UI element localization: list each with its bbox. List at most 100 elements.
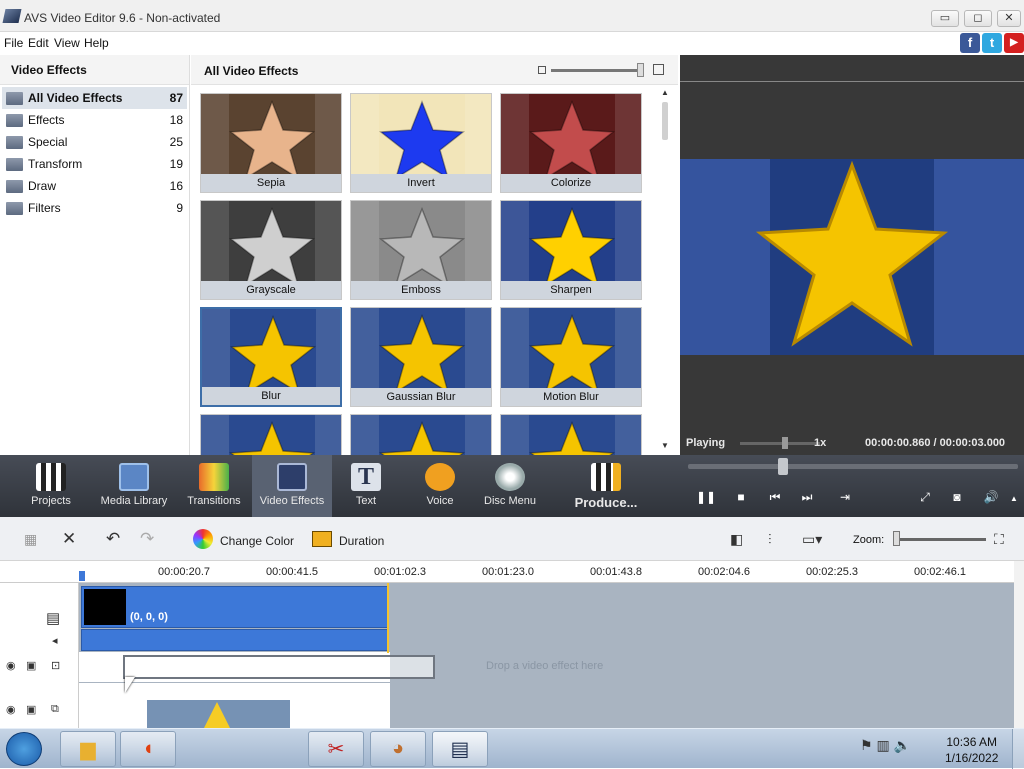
- display-mode-icon[interactable]: ▭▾: [802, 531, 822, 548]
- voice-button[interactable]: Voice: [416, 455, 464, 517]
- audio-mixer-icon[interactable]: ⫶: [768, 531, 772, 548]
- preview-divider: [680, 81, 1024, 82]
- small-thumbnail-icon[interactable]: [538, 66, 546, 74]
- split-icon[interactable]: ◧: [730, 531, 743, 548]
- volume-icon[interactable]: 🔊: [982, 490, 1000, 504]
- timeline-ruler[interactable]: 00:00:20.7 00:00:41.5 00:01:02.3 00:01:23.0…: [0, 561, 1014, 583]
- scroll-up-icon[interactable]: ▲: [661, 88, 669, 97]
- youtube-icon[interactable]: ▶: [1004, 33, 1024, 53]
- task-explorer[interactable]: ▆: [60, 731, 116, 767]
- volume-menu-icon[interactable]: ▲: [1008, 494, 1020, 503]
- start-button[interactable]: [6, 732, 42, 766]
- pause-icon[interactable]: ❚❚: [696, 490, 716, 504]
- visibility-eye-icon[interactable]: ◉: [6, 659, 16, 672]
- close-button[interactable]: ✕: [997, 10, 1021, 27]
- scroll-down-icon[interactable]: ▼: [661, 441, 669, 450]
- action-center-icon[interactable]: ⚑: [860, 737, 873, 753]
- speaker-icon[interactable]: 🔈: [894, 737, 911, 753]
- color-wheel-icon[interactable]: [193, 529, 213, 549]
- effect-tile[interactable]: Blur: [200, 307, 342, 407]
- clock[interactable]: 10:36 AM 1/16/2022: [945, 734, 998, 766]
- effect-tile[interactable]: Grayscale: [200, 200, 342, 300]
- playback-status: Playing: [686, 437, 726, 449]
- speed-slider-handle[interactable]: [782, 437, 788, 449]
- video-clip[interactable]: (0, 0, 0): [81, 586, 388, 628]
- visibility-eye-icon[interactable]: ◉: [6, 703, 16, 716]
- change-color-button[interactable]: Change Color: [220, 534, 294, 548]
- thumbnail-size-handle[interactable]: [637, 63, 644, 77]
- film-icon: ▤: [450, 738, 470, 761]
- duration-icon[interactable]: [312, 531, 332, 547]
- next-frame-icon[interactable]: ⏭: [798, 490, 816, 505]
- fullscreen-icon[interactable]: ⤢: [916, 490, 934, 505]
- effect-tile[interactable]: Motion Blur: [500, 307, 642, 407]
- effects-scrollbar[interactable]: [662, 102, 668, 140]
- disc-menu-button[interactable]: Disc Menu: [480, 455, 540, 517]
- maximize-button[interactable]: ◻: [964, 10, 992, 27]
- audio-clip[interactable]: [81, 629, 388, 651]
- effect-tile[interactable]: Colorize: [500, 93, 642, 193]
- redo-icon[interactable]: ↷: [140, 529, 154, 549]
- effect-thumbnail: [201, 201, 341, 283]
- category-item[interactable]: Special 25: [2, 131, 187, 153]
- menu-file[interactable]: File: [4, 36, 23, 50]
- previous-frame-icon[interactable]: ⏮: [766, 490, 784, 505]
- category-item[interactable]: Draw 16: [2, 175, 187, 197]
- preview-panel: Playing 1x 00:00:00.860 / 00:00:03.000: [680, 55, 1024, 455]
- task-paint[interactable]: ◕: [370, 731, 426, 767]
- effect-track-icon: ⊡: [51, 660, 61, 672]
- zoom-slider[interactable]: [893, 538, 986, 541]
- effect-tile[interactable]: Emboss: [350, 200, 492, 300]
- show-desktop-button[interactable]: [1012, 729, 1024, 769]
- task-snipping-tool[interactable]: ✂: [308, 731, 364, 767]
- position-slider[interactable]: [688, 464, 1018, 469]
- timeline-scrollbar[interactable]: [1014, 561, 1024, 728]
- video-effects-button[interactable]: Video Effects: [252, 455, 332, 517]
- twitter-icon[interactable]: t: [982, 33, 1002, 53]
- menu-help[interactable]: Help: [84, 36, 109, 50]
- stop-icon[interactable]: ■: [732, 490, 750, 504]
- category-count: 87: [169, 91, 183, 105]
- category-label: All Video Effects: [28, 91, 123, 105]
- facebook-icon[interactable]: f: [960, 33, 980, 53]
- effect-tile[interactable]: Sepia: [200, 93, 342, 193]
- category-item[interactable]: Filters 9: [2, 197, 187, 219]
- delete-icon[interactable]: ✕: [62, 529, 76, 549]
- category-item[interactable]: Transform 19: [2, 153, 187, 175]
- playhead-marker[interactable]: [79, 571, 85, 581]
- network-icon[interactable]: ▥: [876, 737, 889, 753]
- playhead-line[interactable]: [387, 583, 389, 653]
- menu-view[interactable]: View: [54, 36, 80, 50]
- transitions-button[interactable]: Transitions: [184, 455, 244, 517]
- speed-slider[interactable]: [740, 442, 820, 445]
- lock-icon[interactable]: ▣: [26, 659, 36, 672]
- task-office[interactable]: ◖: [120, 731, 176, 767]
- effect-tile[interactable]: Gaussian Blur: [350, 307, 492, 407]
- loop-icon[interactable]: ⇥: [836, 490, 854, 504]
- effect-tile[interactable]: Invert: [350, 93, 492, 193]
- lock-icon[interactable]: ▣: [26, 703, 36, 716]
- undo-icon[interactable]: ↶: [106, 529, 120, 549]
- thumbnail-size-slider[interactable]: [551, 69, 643, 72]
- effect-tile[interactable]: Sharpen: [500, 200, 642, 300]
- position-slider-handle[interactable]: [778, 458, 788, 475]
- effect-drop-target[interactable]: [123, 655, 435, 679]
- projects-button[interactable]: Projects: [20, 455, 82, 517]
- effect-label: Sepia: [201, 174, 341, 192]
- duration-button[interactable]: Duration: [339, 534, 384, 548]
- storyboard-icon[interactable]: ▦: [24, 531, 37, 548]
- task-avs-video-editor[interactable]: ▤: [432, 731, 488, 767]
- produce-button[interactable]: Produce...: [568, 455, 644, 517]
- category-item[interactable]: Effects 18: [2, 109, 187, 131]
- category-item[interactable]: All Video Effects 87: [2, 87, 187, 109]
- effect-thumbnail: [351, 94, 491, 176]
- menu-edit[interactable]: Edit: [28, 36, 49, 50]
- snapshot-icon[interactable]: ◙: [948, 490, 966, 504]
- zoom-slider-handle[interactable]: [893, 531, 900, 546]
- folder-icon: [6, 202, 23, 215]
- text-button[interactable]: T Text: [342, 455, 390, 517]
- fit-timeline-icon[interactable]: ⛶: [994, 531, 1004, 548]
- media-library-button[interactable]: Media Library: [98, 455, 170, 517]
- large-thumbnail-icon[interactable]: [653, 64, 664, 75]
- minimize-button[interactable]: ▭: [931, 10, 959, 27]
